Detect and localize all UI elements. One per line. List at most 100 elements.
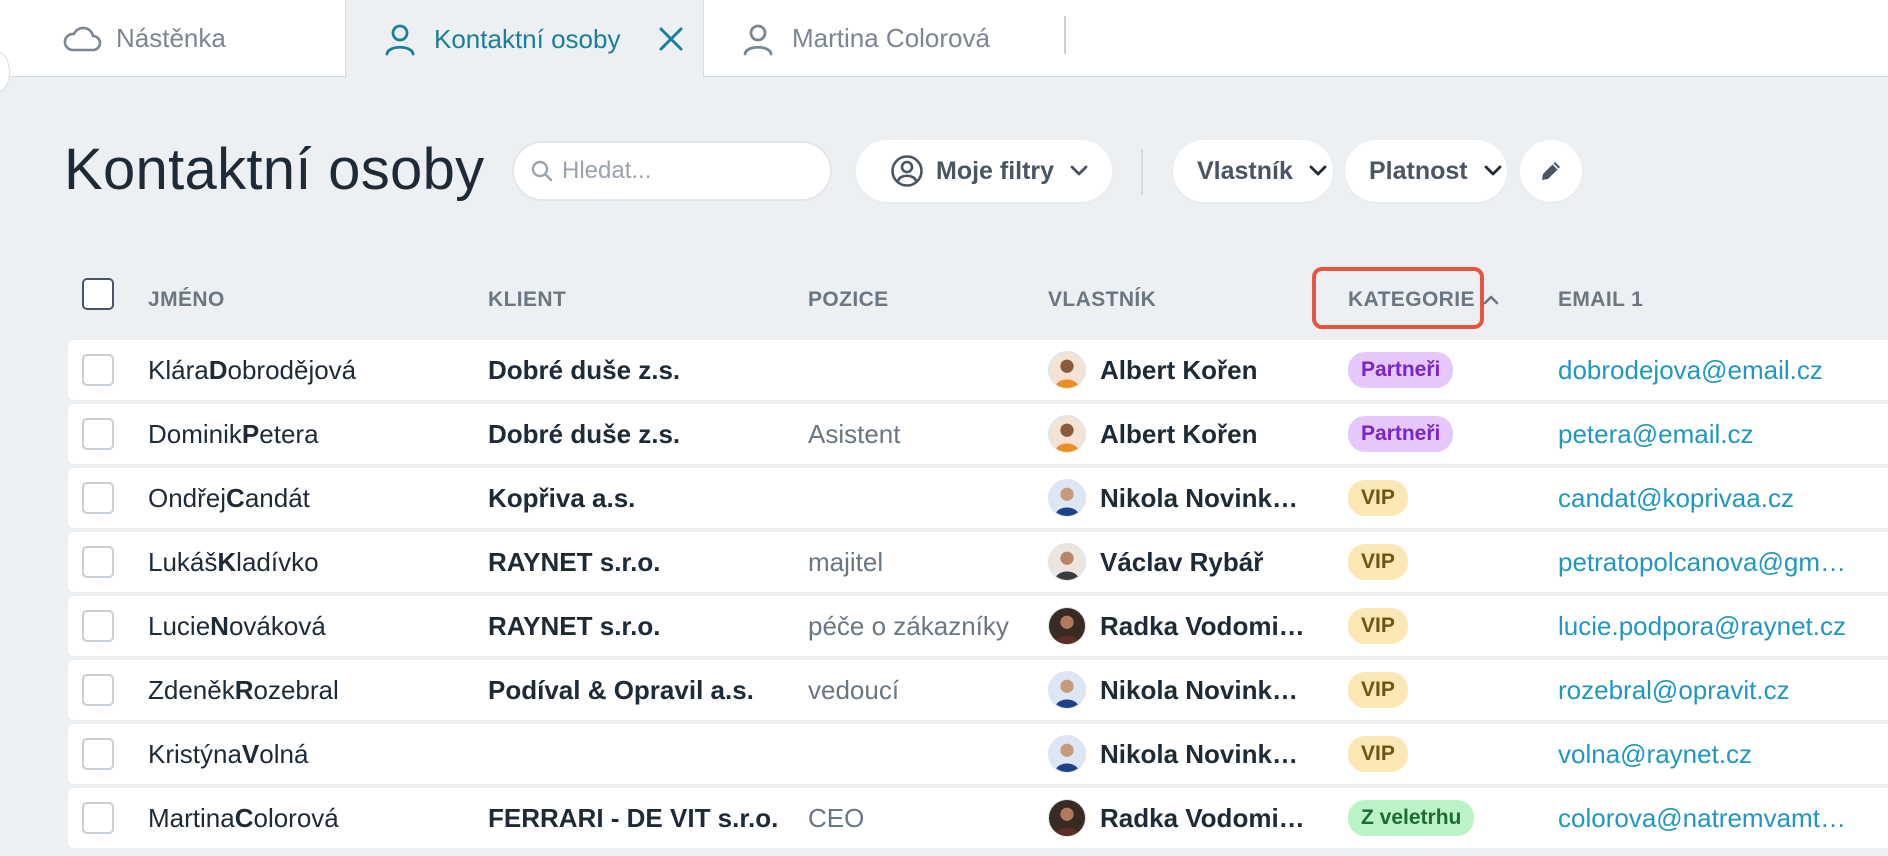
email-text: candat@koprivaa.cz xyxy=(1558,482,1794,513)
owner-name: Albert Kořen xyxy=(1100,354,1258,385)
contact-last-name: etera xyxy=(259,418,319,449)
owner[interactable]: Nikola Novinková xyxy=(1048,468,1368,528)
contact-name[interactable]: Klára Dobrodějová xyxy=(148,340,478,400)
category: Partneři xyxy=(1348,340,1538,400)
contact-name[interactable]: Ondřej Candát xyxy=(148,468,478,528)
avatar xyxy=(1048,351,1086,389)
table-header: JMÉNO KLIENT POZICE VLASTNÍK KATEGORIE E… xyxy=(68,267,1888,330)
tab-divider xyxy=(1064,16,1066,54)
validity-filter-button[interactable]: Platnost xyxy=(1345,140,1507,202)
client-name[interactable]: Dobré duše z.s. xyxy=(488,404,798,464)
row-checkbox[interactable] xyxy=(82,418,114,450)
row-checkbox[interactable] xyxy=(82,610,114,642)
owner[interactable]: Radka Vodomil… xyxy=(1048,788,1368,848)
category-badge: VIP xyxy=(1348,480,1408,516)
email-link[interactable]: volna@raynet.cz xyxy=(1558,724,1888,784)
client-name[interactable]: RAYNET s.r.o. xyxy=(488,596,798,656)
email-link[interactable]: rozebral@opravit.cz xyxy=(1558,660,1888,720)
table-row[interactable]: Ondřej Candát Kopřiva a.s. Nikola Novinkov… xyxy=(68,468,1888,528)
table-row[interactable]: Klára Dobrodějová Dobré duše z.s. Albert K… xyxy=(68,340,1888,400)
tab-contact-detail[interactable]: Martina Colorová xyxy=(738,0,1058,77)
email-link[interactable]: petera@email.cz xyxy=(1558,404,1888,464)
row-checkbox[interactable] xyxy=(82,482,114,514)
row-checkbox[interactable] xyxy=(82,354,114,386)
contact-first-name: Lukáš xyxy=(148,546,218,577)
column-header-client[interactable]: KLIENT xyxy=(488,288,566,312)
close-icon[interactable] xyxy=(651,19,691,59)
select-all-checkbox[interactable] xyxy=(82,278,114,310)
avatar xyxy=(1048,735,1086,773)
contact-name[interactable]: Kristýna Volná xyxy=(148,724,478,784)
contact-name[interactable]: Martina Colorová xyxy=(148,788,478,848)
email-text: volna@raynet.cz xyxy=(1558,738,1753,769)
contact-last-name: olná xyxy=(259,738,309,769)
table-row[interactable]: Zdeněk Rozebral Podíval & Opravil a.s. ved… xyxy=(68,660,1888,720)
edit-view-button[interactable] xyxy=(1520,140,1582,202)
email-text: petratopolcanova@gma… xyxy=(1558,546,1858,577)
owner[interactable]: Albert Kořen xyxy=(1048,404,1368,464)
client-name[interactable]: FERRARI - DE VIT s.r.o. xyxy=(488,788,798,848)
table-row[interactable]: Martina Colorová FERRARI - DE VIT s.r.o. C… xyxy=(68,788,1888,848)
avatar xyxy=(1048,543,1086,581)
column-header-email[interactable]: EMAIL 1 xyxy=(1558,288,1643,312)
chevron-down-icon xyxy=(1070,165,1088,177)
column-header-owner[interactable]: VLASTNÍK xyxy=(1048,288,1156,312)
email-link[interactable]: colorova@natremvamto… xyxy=(1558,788,1888,848)
client-name[interactable] xyxy=(488,724,798,784)
user-icon xyxy=(738,19,778,59)
email-link[interactable]: candat@koprivaa.cz xyxy=(1558,468,1888,528)
category: VIP xyxy=(1348,532,1538,592)
contact-name[interactable]: Zdeněk Rozebral xyxy=(148,660,478,720)
column-header-category[interactable]: KATEGORIE xyxy=(1348,288,1499,312)
row-checkbox[interactable] xyxy=(82,546,114,578)
column-header-position[interactable]: POZICE xyxy=(808,288,889,312)
owner-filter-button[interactable]: Vlastník xyxy=(1173,140,1333,202)
client-name[interactable]: RAYNET s.r.o. xyxy=(488,532,798,592)
contact-first-name: Klára xyxy=(148,354,209,385)
email-link[interactable]: petratopolcanova@gma… xyxy=(1558,532,1888,592)
client-name[interactable]: Dobré duše z.s. xyxy=(488,340,798,400)
contact-last-name: ladívko xyxy=(236,546,319,577)
contact-last-name: andát xyxy=(244,482,310,513)
owner[interactable]: Nikola Novinková xyxy=(1048,660,1368,720)
category-badge: VIP xyxy=(1348,544,1408,580)
client-name[interactable]: Kopřiva a.s. xyxy=(488,468,798,528)
owner[interactable]: Albert Kořen xyxy=(1048,340,1368,400)
user-icon xyxy=(380,19,420,59)
owner-name: Nikola Novinková xyxy=(1100,738,1310,769)
search-box[interactable] xyxy=(512,141,832,201)
row-checkbox[interactable] xyxy=(82,674,114,706)
contact-name[interactable]: Lucie Nováková xyxy=(148,596,478,656)
chevron-up-icon xyxy=(1483,295,1499,305)
table-row[interactable]: Lukáš Kladívko RAYNET s.r.o. majitel Václav… xyxy=(68,532,1888,592)
email-link[interactable]: dobrodejova@email.cz xyxy=(1558,340,1888,400)
row-checkbox[interactable] xyxy=(82,738,114,770)
contact-name[interactable]: Lukáš Kladívko xyxy=(148,532,478,592)
table-row[interactable]: Lucie Nováková RAYNET s.r.o. péče o zákazn… xyxy=(68,596,1888,656)
row-checkbox[interactable] xyxy=(82,802,114,834)
owner[interactable]: Nikola Novinková xyxy=(1048,724,1368,784)
my-filters-button[interactable]: Moje filtry xyxy=(856,140,1112,202)
category: VIP xyxy=(1348,468,1538,528)
table-row[interactable]: Kristýna Volná Nikola Novinková VIP volna@r… xyxy=(68,724,1888,784)
avatar xyxy=(1048,479,1086,517)
contact-name[interactable]: Dominik Petera xyxy=(148,404,478,464)
contact-first-name: Kristýna xyxy=(148,738,242,769)
toolbar-divider xyxy=(1141,149,1143,195)
client-name[interactable]: Podíval & Opravil a.s. xyxy=(488,660,798,720)
category-badge: VIP xyxy=(1348,672,1408,708)
chevron-down-icon xyxy=(1309,165,1327,177)
category-badge: Partneři xyxy=(1348,416,1454,452)
category-badge: VIP xyxy=(1348,736,1408,772)
tab-dashboard[interactable]: Nástěnka xyxy=(62,0,342,77)
tab-contacts[interactable]: Kontaktní osoby xyxy=(345,0,704,78)
owner[interactable]: Radka Vodomil… xyxy=(1048,596,1368,656)
owner[interactable]: Václav Rybář xyxy=(1048,532,1368,592)
table-row[interactable]: Dominik Petera Dobré duše z.s. Asistent Alb… xyxy=(68,404,1888,464)
contact-last-initial: N xyxy=(210,610,229,641)
contact-first-name: Zdeněk xyxy=(148,674,235,705)
email-link[interactable]: lucie.podpora@raynet.cz xyxy=(1558,596,1888,656)
search-input[interactable] xyxy=(562,157,812,185)
contact-first-name: Dominik xyxy=(148,418,242,449)
column-header-name[interactable]: JMÉNO xyxy=(148,288,225,312)
